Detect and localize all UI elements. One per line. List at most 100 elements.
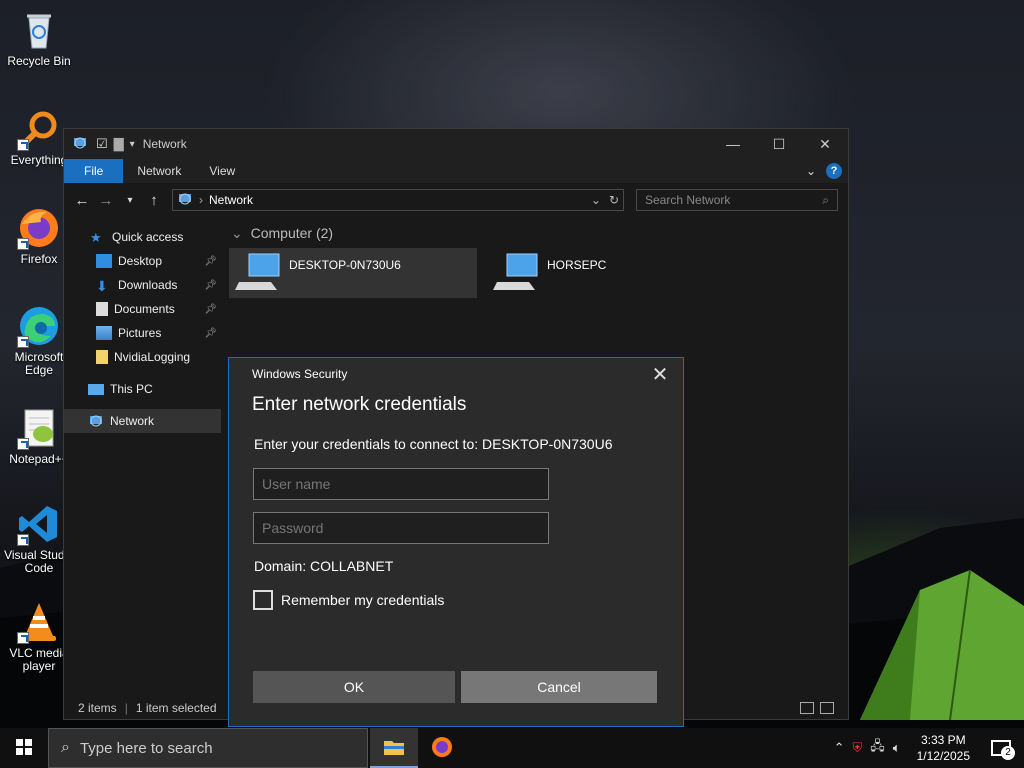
- notepad-plus-plus-icon: [17, 406, 61, 450]
- sidebar-item-documents[interactable]: Documents 📌︎: [64, 297, 221, 321]
- clock-date: 1/12/2025: [916, 749, 970, 763]
- cancel-button[interactable]: Cancel: [461, 671, 657, 703]
- documents-icon: [96, 302, 108, 316]
- taskbar: ⌕ Type here to search ⌃ ⛨ 🖧︎ 🔈︎ 3:33 PM …: [0, 728, 1024, 768]
- computer-tile-horsepc[interactable]: HORSEPC: [487, 248, 735, 298]
- notifications-button[interactable]: 2: [986, 728, 1016, 768]
- taskbar-search-placeholder: Type here to search: [79, 739, 213, 757]
- folder-icon: [96, 350, 108, 364]
- sidebar-item-label: Pictures: [118, 326, 162, 340]
- star-icon: ★: [90, 230, 102, 245]
- sidebar-item-label: Documents: [114, 302, 175, 316]
- computer-name: DESKTOP-0N730U6: [289, 258, 401, 272]
- group-header-computer[interactable]: ⌄ Computer (2): [229, 223, 840, 248]
- pin-icon[interactable]: 📌︎: [204, 280, 217, 291]
- remember-credentials-label: Remember my credentials: [281, 592, 445, 608]
- notification-count-badge: 2: [1001, 746, 1015, 760]
- recent-locations-chevron-icon[interactable]: ▾: [118, 195, 142, 206]
- computer-tile-desktop-0n730u6[interactable]: DESKTOP-0N730U6: [229, 248, 477, 298]
- network-icon: [177, 192, 193, 209]
- edge-icon: [17, 304, 61, 348]
- address-dropdown-icon[interactable]: ⌄: [591, 193, 601, 207]
- address-input[interactable]: › Network ⌄ ↻: [172, 189, 624, 211]
- notification-icon: 2: [991, 740, 1015, 760]
- group-header-label: Computer (2): [250, 225, 334, 241]
- sidebar-item-desktop[interactable]: Desktop 📌︎: [64, 249, 221, 273]
- recycle-bin-icon: [17, 8, 61, 52]
- start-button[interactable]: [0, 728, 48, 768]
- vlc-icon: [17, 600, 61, 644]
- domain-label: Domain: COLLABNET: [254, 558, 394, 574]
- vscode-icon: [17, 502, 61, 546]
- show-hidden-icons-chevron-icon[interactable]: ⌃: [834, 740, 845, 756]
- username-field[interactable]: [253, 468, 549, 500]
- taskbar-search-box[interactable]: ⌕ Type here to search: [48, 728, 368, 768]
- sidebar-item-label: Downloads: [118, 278, 178, 292]
- close-icon[interactable]: ✕: [637, 362, 683, 387]
- close-button[interactable]: ✕: [802, 129, 848, 159]
- search-icon: ⌕: [61, 739, 70, 756]
- password-field[interactable]: [253, 512, 549, 544]
- maximize-button[interactable]: ☐: [756, 129, 802, 159]
- tab-file[interactable]: File: [64, 159, 124, 183]
- forward-button[interactable]: →: [94, 192, 118, 209]
- sidebar-item-label: Desktop: [118, 254, 163, 268]
- sidebar-item-pictures[interactable]: Pictures 📌︎: [64, 321, 221, 345]
- expand-ribbon-chevron-icon[interactable]: ⌄: [806, 164, 816, 178]
- pin-icon[interactable]: 📌︎: [204, 256, 217, 267]
- sidebar-item-this-pc[interactable]: This PC: [64, 377, 221, 401]
- desktop-folder-icon: [96, 254, 112, 268]
- desktop-wallpaper-tent: [860, 570, 1024, 720]
- window-title: Network: [142, 137, 187, 151]
- sidebar-item-label: Quick access: [112, 230, 184, 244]
- breadcrumb-separator-icon[interactable]: ›: [199, 193, 203, 207]
- breadcrumb-network[interactable]: Network: [209, 193, 253, 207]
- quick-access-new-folder-icon[interactable]: ▇: [114, 136, 124, 152]
- security-alert-icon[interactable]: ⛨: [853, 740, 863, 756]
- sidebar-item-downloads[interactable]: ⬇ Downloads 📌︎: [64, 273, 221, 297]
- everything-search-icon: [17, 107, 61, 151]
- network-icon: [88, 414, 104, 428]
- pin-icon[interactable]: 📌︎: [204, 304, 217, 315]
- clock-time: 3:33 PM: [920, 733, 966, 747]
- details-view-icon[interactable]: [800, 702, 814, 714]
- item-count: 2 items: [78, 701, 117, 715]
- remember-credentials-checkbox[interactable]: [253, 590, 273, 610]
- remember-credentials-option[interactable]: Remember my credentials: [253, 590, 683, 610]
- volume-icon[interactable]: 🔈︎: [893, 740, 901, 756]
- taskbar-app-file-explorer[interactable]: [370, 728, 418, 768]
- dialog-prompt: Enter your credentials to connect to: DE…: [254, 436, 613, 452]
- sidebar-item-label: This PC: [110, 382, 153, 396]
- up-button[interactable]: ↑: [142, 192, 166, 209]
- quick-access-properties-icon[interactable]: ☑: [96, 136, 108, 152]
- network-status-icon[interactable]: 🖧︎: [870, 737, 885, 759]
- system-tray: ⌃ ⛨ 🖧︎ 🔈︎ 3:33 PM 1/12/2025 2: [834, 728, 1024, 768]
- minimize-button[interactable]: —: [710, 129, 756, 159]
- pictures-icon: [96, 326, 112, 340]
- tab-view[interactable]: View: [195, 159, 249, 183]
- desktop-icon-recycle-bin[interactable]: Recycle Bin: [2, 8, 76, 68]
- sidebar-item-nvidialogging[interactable]: NvidiaLogging: [64, 345, 221, 369]
- ok-button[interactable]: OK: [253, 671, 455, 703]
- file-explorer-icon: [383, 738, 405, 759]
- explorer-titlebar[interactable]: ☑ ▇ ▾ Network — ☐ ✕: [64, 129, 848, 159]
- large-icons-view-icon[interactable]: [820, 702, 834, 714]
- firefox-icon: [17, 206, 61, 250]
- back-button[interactable]: ←: [70, 192, 94, 209]
- dialog-header[interactable]: Windows Security ✕: [229, 358, 683, 390]
- pin-icon[interactable]: 📌︎: [204, 328, 217, 339]
- search-input[interactable]: Search Network ⌕: [636, 189, 838, 211]
- sidebar-item-network[interactable]: Network: [64, 409, 221, 433]
- navigation-pane: ★ Quick access Desktop 📌︎ ⬇ Downloads 📌︎…: [64, 217, 221, 697]
- clock[interactable]: 3:33 PM 1/12/2025: [909, 732, 978, 764]
- desktop-icon-label: Recycle Bin: [7, 54, 71, 68]
- search-icon: ⌕: [822, 192, 829, 207]
- tab-network[interactable]: Network: [123, 159, 195, 183]
- help-icon[interactable]: ?: [826, 163, 842, 179]
- sidebar-item-quick-access[interactable]: ★ Quick access: [64, 225, 221, 249]
- computer-name: HORSEPC: [547, 258, 607, 272]
- selection-count: 1 item selected: [135, 701, 217, 715]
- taskbar-app-firefox[interactable]: [418, 728, 466, 768]
- quick-access-dropdown-icon[interactable]: ▾: [130, 139, 135, 150]
- refresh-icon[interactable]: ↻: [609, 193, 619, 207]
